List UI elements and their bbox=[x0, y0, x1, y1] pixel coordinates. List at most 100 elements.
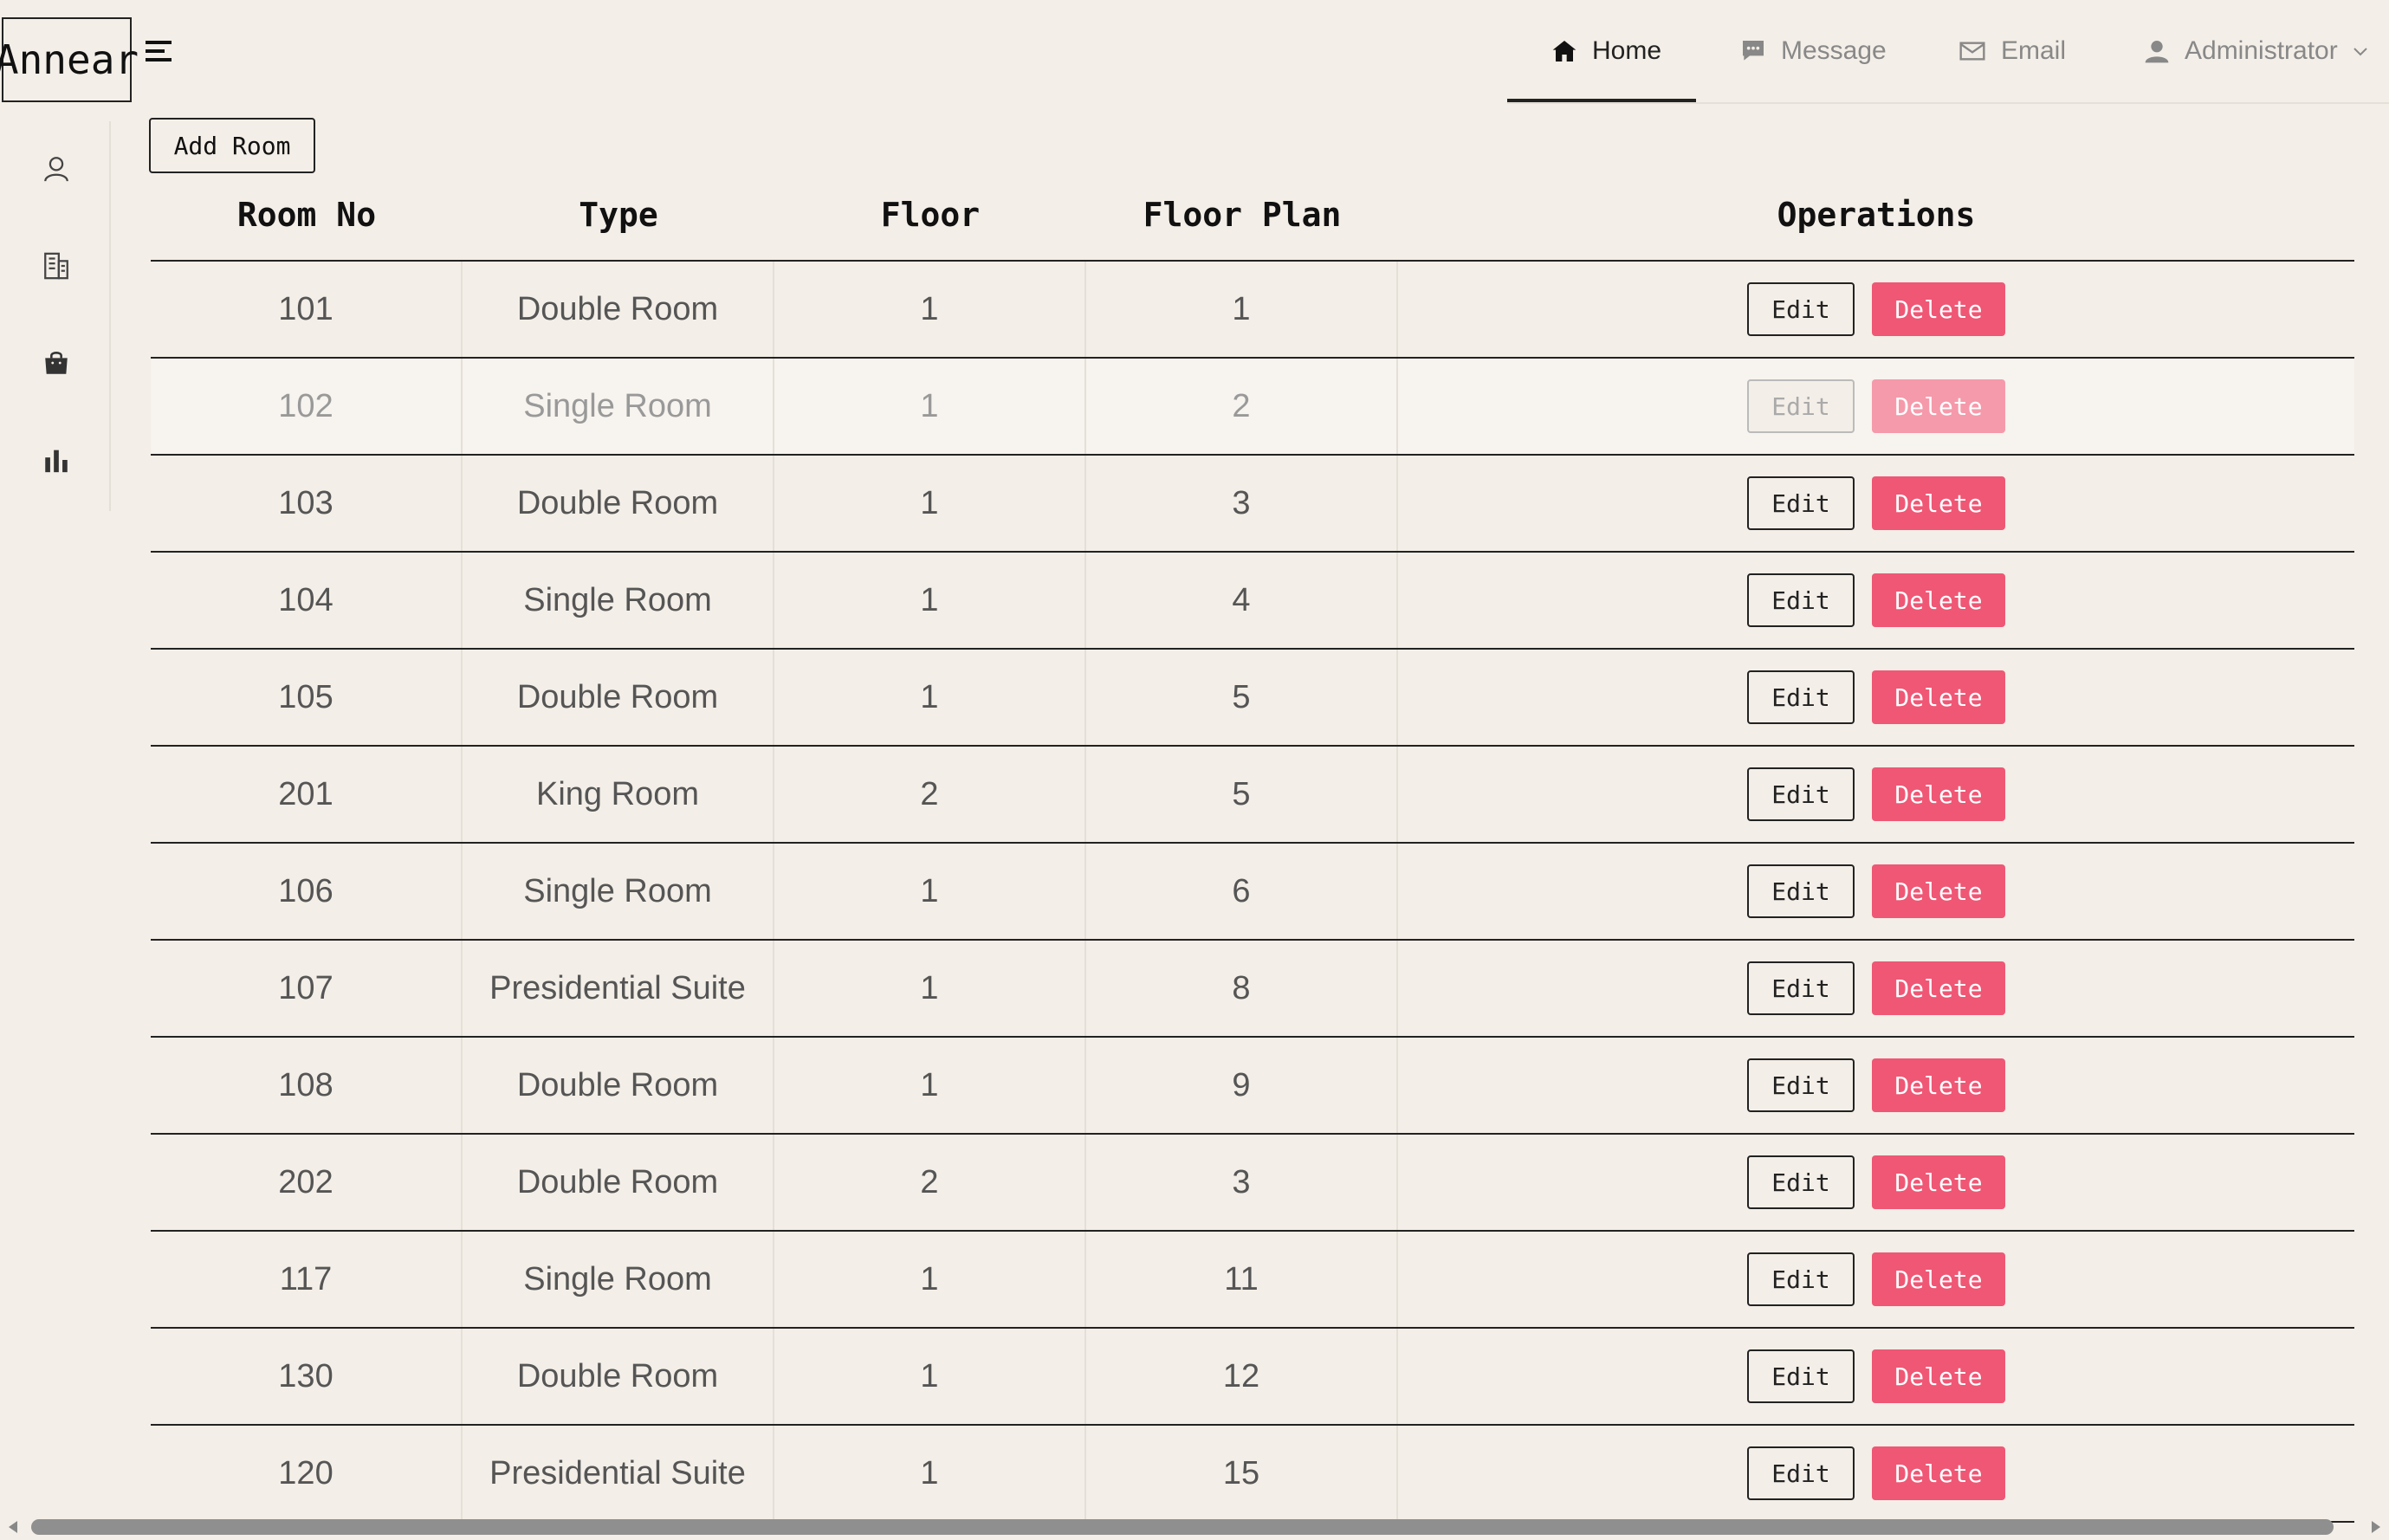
edit-button[interactable]: Edit bbox=[1747, 1155, 1855, 1209]
nav-home-label: Home bbox=[1592, 36, 1662, 65]
edit-button[interactable]: Edit bbox=[1747, 767, 1855, 821]
cell-room-no: 201 bbox=[151, 747, 463, 842]
cell-operations: Edit Delete bbox=[1398, 941, 2354, 1036]
delete-button[interactable]: Delete bbox=[1872, 961, 2005, 1015]
edit-button[interactable]: Edit bbox=[1747, 961, 1855, 1015]
cell-room-no: 105 bbox=[151, 650, 463, 745]
delete-button[interactable]: Delete bbox=[1872, 670, 2005, 724]
home-icon bbox=[1552, 41, 1576, 61]
table-row: 101 Double Room 1 1 Edit Delete bbox=[151, 262, 2354, 359]
edit-button[interactable]: Edit bbox=[1747, 1446, 1855, 1500]
column-header-type: Type bbox=[579, 196, 658, 234]
cell-room-no: 103 bbox=[151, 456, 463, 551]
edit-button[interactable]: Edit bbox=[1747, 1058, 1855, 1112]
edit-button[interactable]: Edit bbox=[1747, 1349, 1855, 1403]
cell-room-no: 120 bbox=[151, 1426, 463, 1521]
table-row: 106 Single Room 1 6 Edit Delete bbox=[151, 844, 2354, 941]
cell-type: Single Room bbox=[463, 844, 774, 939]
table-row: 108 Double Room 1 9 Edit Delete bbox=[151, 1038, 2354, 1135]
cell-floor: 1 bbox=[774, 844, 1086, 939]
delete-button[interactable]: Delete bbox=[1872, 1155, 2005, 1209]
cell-floor-plan: 12 bbox=[1086, 1329, 1398, 1424]
edit-button[interactable]: Edit bbox=[1747, 864, 1855, 918]
delete-button[interactable]: Delete bbox=[1872, 767, 2005, 821]
column-header-floor: Floor bbox=[880, 196, 981, 234]
cell-floor: 1 bbox=[774, 359, 1086, 454]
cell-floor: 2 bbox=[774, 1135, 1086, 1230]
scrollbar-thumb[interactable] bbox=[31, 1519, 2334, 1535]
cell-floor: 1 bbox=[774, 1329, 1086, 1424]
nav-message-label: Message bbox=[1781, 36, 1887, 65]
delete-button[interactable]: Delete bbox=[1872, 379, 2005, 433]
table-row: 201 King Room 2 5 Edit Delete bbox=[151, 747, 2354, 844]
table-row: 202 Double Room 2 3 Edit Delete bbox=[151, 1135, 2354, 1232]
delete-button[interactable]: Delete bbox=[1872, 1446, 2005, 1500]
cell-floor-plan: 4 bbox=[1086, 553, 1398, 648]
building-icon[interactable] bbox=[42, 251, 71, 281]
cell-floor: 1 bbox=[774, 1038, 1086, 1133]
nav-email[interactable]: Email bbox=[1958, 0, 2066, 102]
cell-operations: Edit Delete bbox=[1398, 844, 2354, 939]
cell-room-no: 107 bbox=[151, 941, 463, 1036]
cell-type: King Room bbox=[463, 747, 774, 842]
cell-floor-plan: 8 bbox=[1086, 941, 1398, 1036]
cell-floor: 2 bbox=[774, 747, 1086, 842]
bar-chart-icon[interactable] bbox=[42, 445, 71, 475]
cell-operations: Edit Delete bbox=[1398, 1135, 2354, 1230]
column-header-room-no: Room No bbox=[236, 196, 377, 234]
nav-home[interactable]: Home bbox=[1551, 0, 1661, 102]
nav-active-indicator bbox=[1507, 99, 1696, 102]
cell-floor: 1 bbox=[774, 650, 1086, 745]
table-row: 104 Single Room 1 4 Edit Delete bbox=[151, 553, 2354, 650]
table-row: 102 Single Room 1 2 Edit Delete bbox=[151, 359, 2354, 456]
cell-room-no: 104 bbox=[151, 553, 463, 648]
cell-floor: 1 bbox=[774, 262, 1086, 357]
table-row: 130 Double Room 1 12 Edit Delete bbox=[151, 1329, 2354, 1426]
sidebar bbox=[0, 121, 111, 511]
add-room-button[interactable]: Add Room bbox=[149, 118, 315, 173]
cell-type: Double Room bbox=[463, 650, 774, 745]
nav-administrator-label: Administrator bbox=[2185, 36, 2338, 65]
chevron-down-icon bbox=[2353, 48, 2367, 56]
cell-operations: Edit Delete bbox=[1398, 359, 2354, 454]
delete-button[interactable]: Delete bbox=[1872, 476, 2005, 530]
edit-button[interactable]: Edit bbox=[1747, 282, 1855, 336]
cell-room-no: 130 bbox=[151, 1329, 463, 1424]
cell-floor-plan: 3 bbox=[1086, 456, 1398, 551]
cell-floor-plan: 11 bbox=[1086, 1232, 1398, 1327]
cell-operations: Edit Delete bbox=[1398, 1038, 2354, 1133]
cell-room-no: 101 bbox=[151, 262, 463, 357]
email-icon bbox=[1959, 42, 1985, 61]
cell-floor: 1 bbox=[774, 1426, 1086, 1521]
menu-toggle-icon[interactable] bbox=[146, 38, 175, 64]
nav-administrator[interactable]: Administrator bbox=[2143, 0, 2369, 102]
user-icon[interactable] bbox=[42, 154, 71, 184]
horizontal-scrollbar[interactable] bbox=[0, 1514, 2389, 1540]
bag-icon[interactable] bbox=[42, 348, 71, 378]
edit-button[interactable]: Edit bbox=[1747, 670, 1855, 724]
delete-button[interactable]: Delete bbox=[1872, 1058, 2005, 1112]
delete-button[interactable]: Delete bbox=[1872, 1252, 2005, 1306]
edit-button[interactable]: Edit bbox=[1747, 1252, 1855, 1306]
rooms-table: Room No Type Floor Floor Plan Operations… bbox=[151, 170, 2354, 1523]
cell-floor-plan: 5 bbox=[1086, 747, 1398, 842]
edit-button[interactable]: Edit bbox=[1747, 379, 1855, 433]
cell-operations: Edit Delete bbox=[1398, 553, 2354, 648]
cell-floor-plan: 3 bbox=[1086, 1135, 1398, 1230]
edit-button[interactable]: Edit bbox=[1747, 476, 1855, 530]
cell-floor: 1 bbox=[774, 456, 1086, 551]
cell-floor-plan: 2 bbox=[1086, 359, 1398, 454]
delete-button[interactable]: Delete bbox=[1872, 573, 2005, 627]
delete-button[interactable]: Delete bbox=[1872, 282, 2005, 336]
cell-type: Single Room bbox=[463, 359, 774, 454]
table-header: Room No Type Floor Floor Plan Operations bbox=[151, 170, 2354, 262]
cell-floor-plan: 15 bbox=[1086, 1426, 1398, 1521]
scroll-right-icon[interactable] bbox=[2372, 1521, 2380, 1533]
scroll-left-icon[interactable] bbox=[9, 1521, 17, 1533]
edit-button[interactable]: Edit bbox=[1747, 573, 1855, 627]
delete-button[interactable]: Delete bbox=[1872, 1349, 2005, 1403]
cell-operations: Edit Delete bbox=[1398, 1329, 2354, 1424]
cell-room-no: 202 bbox=[151, 1135, 463, 1230]
delete-button[interactable]: Delete bbox=[1872, 864, 2005, 918]
nav-message[interactable]: Message bbox=[1739, 0, 1887, 102]
